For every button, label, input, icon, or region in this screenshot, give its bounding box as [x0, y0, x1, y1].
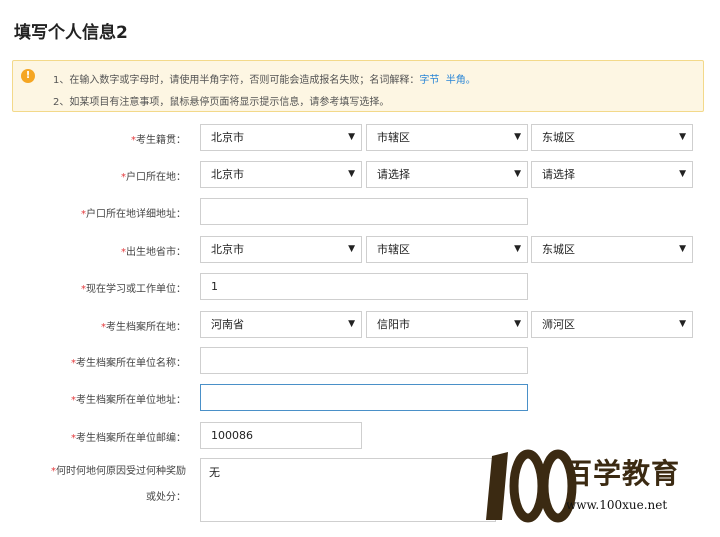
chevron-down-icon: ▼	[514, 169, 521, 179]
label-hukou: *户口所在地：	[121, 172, 186, 183]
archive-unit-address-input[interactable]	[200, 384, 528, 411]
label-work-unit: *现在学习或工作单位：	[81, 284, 186, 295]
notice-line-2: 2、如某项目有注意事项，鼠标悬停页面将显示提示信息，请参考填写选择。	[53, 97, 390, 108]
label-archive-unit-name: *考生档案所在单位名称：	[71, 358, 186, 369]
chevron-down-icon: ▼	[348, 132, 355, 142]
row-archive-unit-address: *考生档案所在单位地址：	[0, 384, 720, 412]
chevron-down-icon: ▼	[514, 132, 521, 142]
row-archive-unit-name: *考生档案所在单位名称：	[0, 347, 720, 375]
archive-city-select[interactable]: 信阳市 ▼	[366, 311, 528, 338]
watermark-url: www.100xue.net	[566, 498, 668, 512]
page-title: 填写个人信息2	[14, 23, 128, 43]
label-archive-postcode: *考生档案所在单位邮编：	[71, 433, 186, 444]
archive-province-select[interactable]: 河南省 ▼	[200, 311, 362, 338]
archive-unit-name-input[interactable]	[200, 347, 528, 374]
label-birthplace: *出生地省市：	[121, 247, 186, 258]
row-birthplace: *出生地省市： 北京市 ▼ 市辖区 ▼ 东城区 ▼	[0, 236, 720, 264]
notice-line-1-text: 1、在输入数字或字母时，请使用半角字符，否则可能会造成报名失败；名词解释：	[53, 75, 420, 86]
warning-icon: !	[21, 69, 35, 83]
work-unit-input[interactable]: 1	[200, 273, 528, 300]
birth-city-select[interactable]: 市辖区 ▼	[366, 236, 528, 263]
awards-textarea[interactable]: 无	[200, 458, 496, 522]
row-hukou: *户口所在地： 北京市 ▼ 请选择 ▼ 请选择 ▼	[0, 161, 720, 189]
hukou-district-select[interactable]: 请选择 ▼	[531, 161, 693, 188]
native-province-select[interactable]: 北京市 ▼	[200, 124, 362, 151]
notice-line-1: 1、在输入数字或字母时，请使用半角字符，否则可能会造成报名失败；名词解释：字节 …	[53, 71, 476, 86]
link-half-width[interactable]: 半角。	[446, 75, 476, 86]
chevron-down-icon: ▼	[514, 319, 521, 329]
logo-one-stroke	[486, 452, 508, 520]
chevron-down-icon: ▼	[348, 169, 355, 179]
chevron-down-icon: ▼	[348, 244, 355, 254]
archive-district-select[interactable]: 浉河区 ▼	[531, 311, 693, 338]
row-hukou-address: *户口所在地详细地址：	[0, 198, 720, 226]
hukou-address-input[interactable]	[200, 198, 528, 225]
chevron-down-icon: ▼	[514, 244, 521, 254]
link-byte[interactable]: 字节	[419, 75, 439, 86]
native-district-select[interactable]: 东城区 ▼	[531, 124, 693, 151]
label-native-place: *考生籍贯：	[131, 135, 186, 146]
label-awards-line2: 或处分：	[146, 492, 186, 503]
native-city-select[interactable]: 市辖区 ▼	[366, 124, 528, 151]
chevron-down-icon: ▼	[679, 244, 686, 254]
hukou-city-select[interactable]: 请选择 ▼	[366, 161, 528, 188]
watermark-name: 百学教育	[564, 457, 681, 490]
label-hukou-address: *户口所在地详细地址：	[81, 209, 186, 220]
logo-zero-1	[509, 449, 547, 523]
row-native-place: *考生籍贯： 北京市 ▼ 市辖区 ▼ 东城区 ▼	[0, 124, 720, 152]
label-archive-location: *考生档案所在地：	[101, 322, 186, 333]
label-archive-unit-address: *考生档案所在单位地址：	[71, 395, 186, 406]
chevron-down-icon: ▼	[679, 169, 686, 179]
hukou-province-select[interactable]: 北京市 ▼	[200, 161, 362, 188]
label-awards: *何时何地何原因受过何种奖励	[51, 466, 186, 477]
chevron-down-icon: ▼	[679, 132, 686, 142]
birth-province-select[interactable]: 北京市 ▼	[200, 236, 362, 263]
notice-box: ! 1、在输入数字或字母时，请使用半角字符，否则可能会造成报名失败；名词解释：字…	[12, 60, 704, 112]
birth-district-select[interactable]: 东城区 ▼	[531, 236, 693, 263]
archive-postcode-input[interactable]: 100086	[200, 422, 362, 449]
row-work-unit: *现在学习或工作单位： 1	[0, 273, 720, 301]
chevron-down-icon: ▼	[348, 319, 355, 329]
chevron-down-icon: ▼	[679, 319, 686, 329]
row-archive-location: *考生档案所在地： 河南省 ▼ 信阳市 ▼ 浉河区 ▼	[0, 311, 720, 339]
